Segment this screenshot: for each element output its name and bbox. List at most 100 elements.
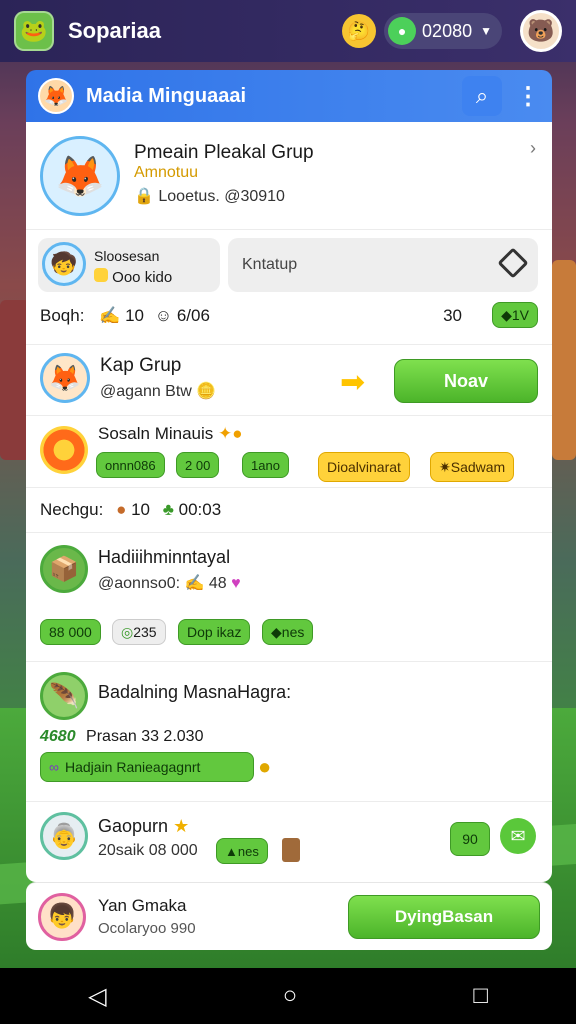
social-chip[interactable]: onnn086 xyxy=(96,452,165,478)
tab-card-right[interactable]: Kntatup xyxy=(228,238,538,292)
sparkle-icon: ✷ xyxy=(439,458,451,475)
stats-right-num: 30 xyxy=(443,306,462,325)
gomum-meta: 20saik 08 000 xyxy=(98,842,198,859)
chevron-right-icon[interactable]: › xyxy=(530,138,536,159)
now-button[interactable]: Noav xyxy=(394,359,538,403)
header-title: Madia Minguaaai xyxy=(86,84,247,107)
stat-icon: 🔒 xyxy=(134,188,154,205)
app-logo-icon[interactable]: 🐸 xyxy=(14,11,54,51)
app-name: Sopariaa xyxy=(68,18,161,43)
leaf-icon: ▲ xyxy=(225,843,238,859)
stats-badge-text: 1V xyxy=(511,307,529,323)
hadith-chip[interactable]: ◆ nes xyxy=(262,619,314,645)
neighbour-row: Nechgu: ● 10 ♣ 00:03 xyxy=(40,500,221,520)
search-icon[interactable]: ⌕ xyxy=(462,76,502,116)
background-house xyxy=(552,260,576,460)
hadith-chip-text: 235 xyxy=(133,624,157,640)
social-title: Sosaln Minauis ✦● xyxy=(98,424,243,444)
gomum-row[interactable]: 👵 Gaopurn ★ 20saik 08 000 ▲ nes 90 ✉ xyxy=(26,802,552,882)
hadith-title: Hadiiihminntayal xyxy=(98,547,231,567)
user-avatar[interactable]: 🐻 xyxy=(520,10,562,52)
social-title-text: Sosaln Minauis xyxy=(98,424,214,443)
profile-stat-text: Looetus. @30910 xyxy=(158,188,285,205)
footer-sub: Ocolaryoo 990 xyxy=(98,920,196,937)
stats-val1: 10 xyxy=(125,306,144,325)
tab-card-left[interactable]: 🧒 Sloosesan Ooo kido xyxy=(38,238,220,292)
group-handle-text: @agann Btw xyxy=(100,383,192,400)
profile-name: Pmeain Pleakal Grup xyxy=(134,142,314,163)
diamond-icon xyxy=(497,247,529,279)
coin-icon xyxy=(94,268,108,282)
top-bar: 🐸 Sopariaa 🤔 ● 02080 ▼ 🐻 xyxy=(0,0,576,62)
badal-meta: Prasan 33 2.030 xyxy=(86,728,204,745)
recents-icon[interactable]: □ xyxy=(473,982,488,1010)
heart-icon: ♥ xyxy=(231,575,241,592)
profile-card[interactable]: 🦊 Pmeain Pleakal Grup Amnotuu 🔒 Looetus.… xyxy=(26,122,552,230)
gomum-chip-text: nes xyxy=(237,843,259,859)
footer-card: 👦 Yan Gmaka Ocolaryoo 990 DyingBasan xyxy=(26,882,552,950)
profile-avatar: 🦊 xyxy=(40,136,120,216)
emoji-icon[interactable]: 🤔 xyxy=(342,14,377,48)
star-icon: ★ xyxy=(173,816,190,836)
stats-row: Boqh: ✍ 10 ☺ 6/06 30 ◆ 1V xyxy=(40,302,538,336)
hadith-chip-text: nes xyxy=(281,624,305,640)
group-name: Kap Grup xyxy=(100,355,182,376)
badal-meta-row: 4680 Prasan 33 2.030 xyxy=(40,728,203,746)
tab-right-label: Kntatup xyxy=(242,256,298,273)
neighbour-label: Nechgu: xyxy=(40,500,104,519)
leaf-icon: ◆ xyxy=(271,623,282,640)
barrel-icon xyxy=(282,838,300,862)
back-icon[interactable]: ◁ xyxy=(88,982,106,1011)
tab-left-title: Sloosesan xyxy=(94,248,160,264)
hadith-chip[interactable]: ◎ 235 xyxy=(112,619,166,645)
chevron-down-icon: ▼ xyxy=(480,24,492,38)
stats-badge[interactable]: ◆ 1V xyxy=(492,302,538,328)
tab-left-sub-text: Ooo kido xyxy=(112,269,173,286)
badal-avatar: 🪶 xyxy=(40,672,88,720)
sparkle-icon: ✦● xyxy=(218,424,243,443)
footer-avatar[interactable]: 👦 xyxy=(38,892,86,941)
tab-left-sub: Ooo kido xyxy=(94,268,172,286)
stats-label: Boqh: xyxy=(40,306,85,325)
badal-progress-bar[interactable]: ∞ Hadjain Ranieagagnrt xyxy=(40,752,254,782)
currency-dropdown[interactable]: ● 02080 ▼ xyxy=(384,13,502,49)
chest-avatar: 📦 xyxy=(40,545,88,593)
gem-icon: ● xyxy=(388,17,417,45)
gomum-name: Gaopurn ★ xyxy=(98,816,189,837)
footer-name: Yan Gmaka xyxy=(98,896,187,915)
badal-bar-label: Hadjain Ranieagagnrt xyxy=(64,759,201,775)
coin-icon: ✍ xyxy=(99,306,121,325)
action-button[interactable]: ✷ Sadwam xyxy=(430,452,515,482)
chat-icon[interactable]: ✉ xyxy=(500,818,536,854)
social-row[interactable]: Sosaln Minauis ✦● onnn086 2 00 1ano Dioa… xyxy=(26,416,552,488)
coin-icon: 🪙 xyxy=(196,383,217,400)
hadith-chip[interactable]: Dop ikaz xyxy=(178,619,251,645)
footer-action-button[interactable]: DyingBasan xyxy=(348,894,540,939)
home-icon[interactable]: ○ xyxy=(283,982,298,1010)
social-chip[interactable]: 1ano xyxy=(242,452,289,478)
target-avatar xyxy=(40,426,88,474)
badal-code: 4680 xyxy=(40,728,76,745)
header-avatar[interactable]: 🦊 xyxy=(38,78,74,114)
currency-value: 02080 xyxy=(422,20,473,41)
gomum-count[interactable]: 90 xyxy=(450,822,490,856)
gomum-avatar: 👵 xyxy=(40,812,88,860)
coin-icon: ✍ xyxy=(184,575,205,592)
gomum-chip[interactable]: ▲ nes xyxy=(216,838,268,864)
link-icon: ∞ xyxy=(49,759,59,775)
badge-icon: ◎ xyxy=(121,623,134,640)
badal-row[interactable]: 🪶 Badalning MasnaHagra: 4680 Prasan 33 2… xyxy=(26,662,552,802)
action-button[interactable]: Dioalvinarat xyxy=(318,452,410,482)
hadith-chip[interactable]: 88 000 xyxy=(40,619,101,645)
hadith-row[interactable]: 📦 Hadiiihminntayal @aonnso0: ✍ 48 ♥ 88 0… xyxy=(26,532,552,662)
social-chip[interactable]: 2 00 xyxy=(176,452,220,478)
clock-icon: ♣ xyxy=(162,500,174,519)
hadith-count: 48 xyxy=(208,575,227,592)
main-panel: 🦊 Pmeain Pleakal Grup Amnotuu 🔒 Looetus.… xyxy=(26,122,552,882)
hadith-handle: @aonnso0: ✍ 48 ♥ xyxy=(98,573,241,593)
footer-text: Yan Gmaka Ocolaryoo 990 xyxy=(98,896,348,937)
neighbour-val2: 00:03 xyxy=(178,500,222,519)
tag-icon: ◆ xyxy=(501,306,512,323)
group-row[interactable]: 🦊 Kap Grup @agann Btw 🪙 ➡ Noav xyxy=(26,344,552,416)
more-options-icon[interactable]: ⋮ xyxy=(516,76,540,116)
